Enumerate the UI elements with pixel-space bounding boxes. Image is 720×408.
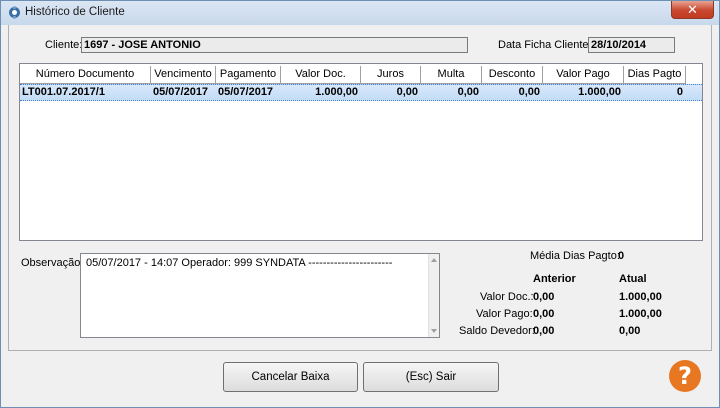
window-title: Histórico de Cliente: [25, 6, 125, 18]
column-header[interactable]: Multa: [421, 66, 482, 84]
column-header[interactable]: Vencimento: [151, 66, 216, 84]
summary-atual-valor-pago: 1.000,00: [619, 308, 662, 320]
app-icon: [9, 6, 20, 19]
anterior-header: Anterior: [533, 273, 576, 285]
column-header[interactable]: Número Documento: [20, 66, 151, 84]
column-header[interactable]: Desconto: [482, 66, 543, 84]
column-header[interactable]: Pagamento: [216, 66, 281, 84]
table-row[interactable]: LT001.07.2017/1 05/07/2017 05/07/2017 1.…: [20, 84, 702, 101]
summary-label-valor-doc: Valor Doc.:: [480, 291, 534, 303]
media-dias-label: Média Dias Pagto:: [530, 250, 620, 262]
summary-atual-valor-doc: 1.000,00: [619, 291, 662, 303]
date-label: Data Ficha Cliente:: [498, 39, 592, 51]
summary-label-valor-pago: Valor Pago:: [476, 308, 533, 320]
observacao-scrollbar[interactable]: [428, 254, 439, 337]
column-header[interactable]: Juros: [361, 66, 421, 84]
cell-dias-pagto: 0: [676, 86, 683, 98]
client-field[interactable]: 1697 - JOSE ANTONIO: [81, 37, 468, 53]
column-header[interactable]: Valor Doc.: [281, 66, 361, 84]
payments-table[interactable]: Número Documento Vencimento Pagamento Va…: [19, 63, 703, 241]
close-button[interactable]: ✕: [671, 1, 714, 19]
atual-header: Atual: [619, 273, 647, 285]
help-icon[interactable]: ?: [669, 360, 701, 392]
title-bar[interactable]: Histórico de Cliente ✕: [1, 1, 719, 25]
summary-anterior-saldo-devedor: 0,00: [533, 325, 555, 337]
cell-juros: 0,00: [396, 86, 418, 98]
client-label: Cliente:: [45, 39, 83, 51]
cancelar-baixa-button[interactable]: Cancelar Baixa: [223, 362, 358, 392]
observacao-text: 05/07/2017 - 14:07 Operador: 999 SYNDATA…: [86, 257, 393, 269]
cell-valor-pago: 1.000,00: [578, 86, 621, 98]
table-header: Número Documento Vencimento Pagamento Va…: [20, 66, 686, 84]
history-window: Histórico de Cliente ✕ Cliente: 1697 - J…: [0, 0, 720, 408]
sair-button[interactable]: (Esc) Sair: [363, 362, 499, 392]
date-field[interactable]: 28/10/2014: [588, 37, 675, 53]
footer-divider: [8, 350, 712, 351]
cell-desconto: 0,00: [518, 86, 540, 98]
summary-anterior-valor-pago: 0,00: [533, 308, 555, 320]
scroll-up-icon[interactable]: [431, 258, 437, 262]
cell-valor-doc: 1.000,00: [315, 86, 358, 98]
media-dias-value: 0: [618, 250, 625, 262]
summary-atual-saldo-devedor: 0,00: [619, 325, 641, 337]
summary-anterior-valor-doc: 0,00: [533, 291, 555, 303]
observacao-label: Observação:: [21, 257, 84, 269]
column-header[interactable]: Valor Pago: [543, 66, 624, 84]
close-icon: ✕: [687, 2, 698, 17]
column-header[interactable]: Dias Pagto: [624, 66, 686, 84]
cell-documento: LT001.07.2017/1: [22, 86, 105, 98]
cell-pagamento: 05/07/2017: [218, 86, 274, 98]
summary-label-saldo-devedor: Saldo Devedor:: [459, 325, 535, 337]
cell-multa: 0,00: [457, 86, 479, 98]
cell-vencimento: 05/07/2017: [153, 86, 209, 98]
scroll-down-icon[interactable]: [431, 329, 437, 333]
observacao-textarea[interactable]: 05/07/2017 - 14:07 Operador: 999 SYNDATA…: [80, 253, 440, 338]
